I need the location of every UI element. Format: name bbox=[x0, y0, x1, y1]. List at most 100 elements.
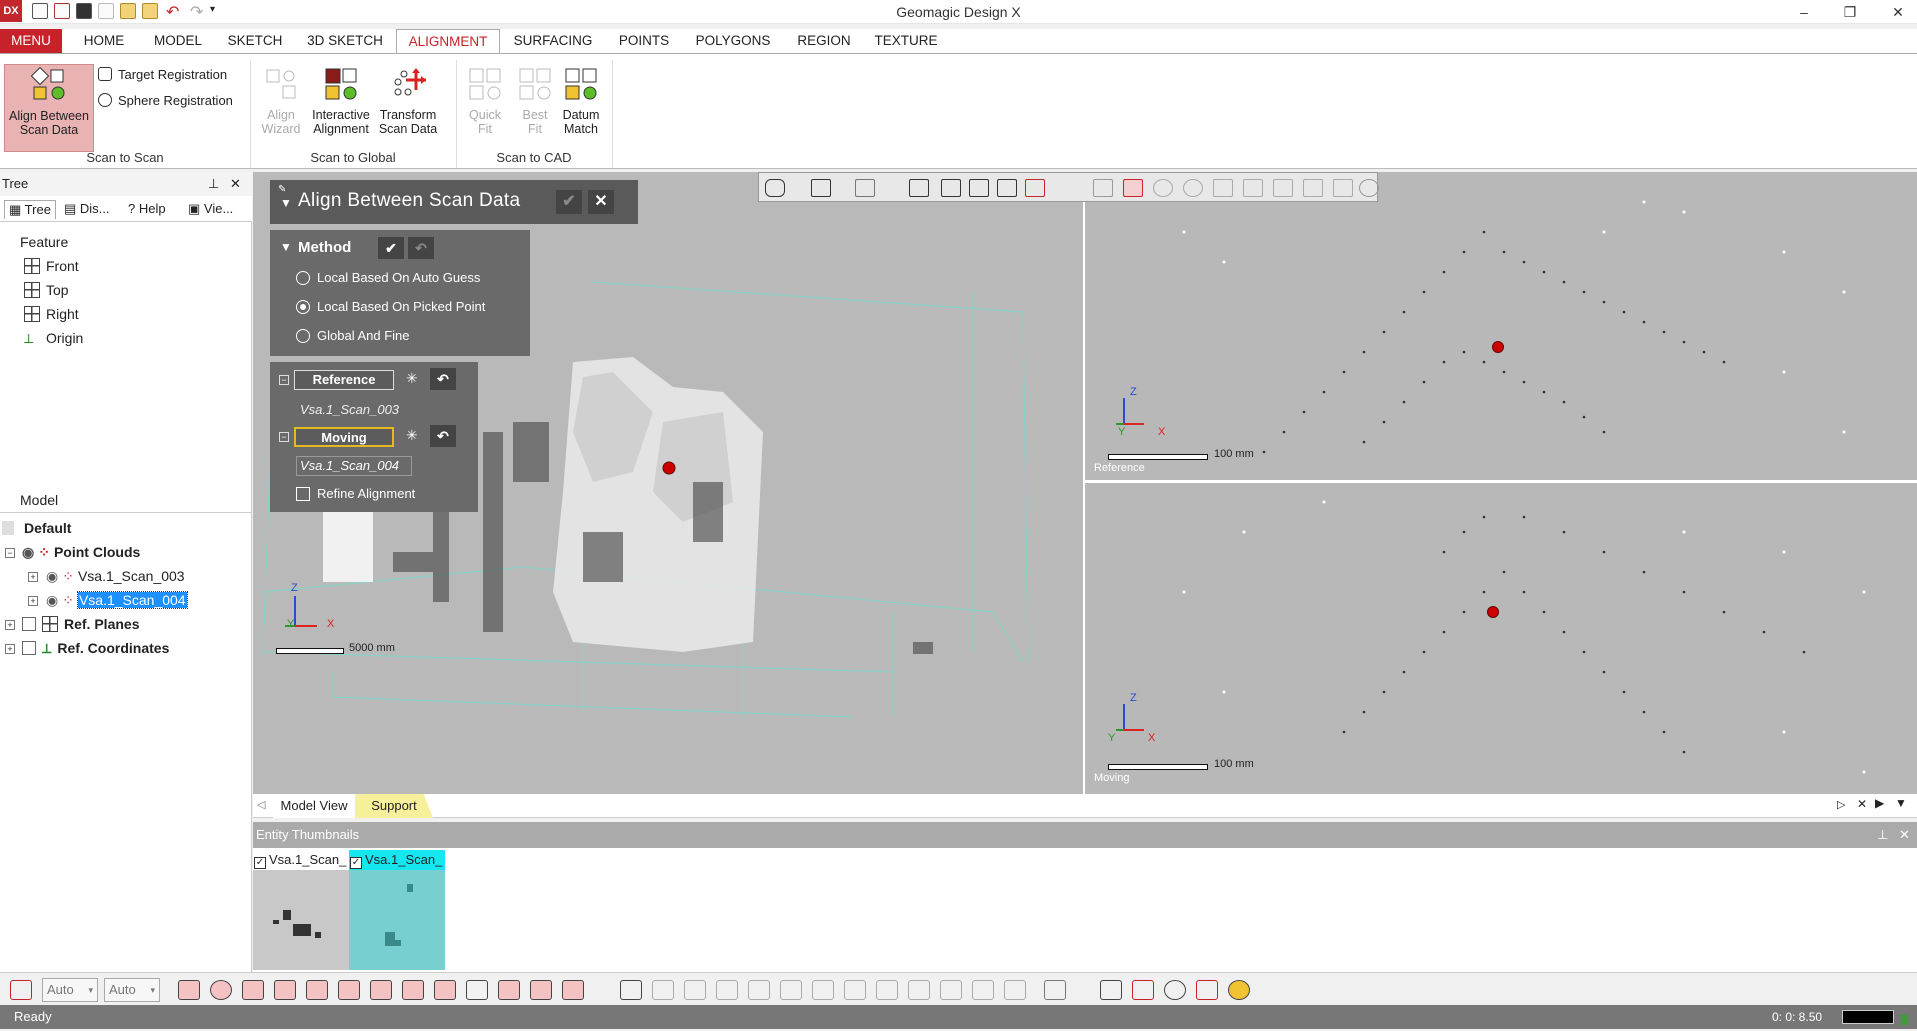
copy-icon[interactable] bbox=[1044, 980, 1066, 1000]
tool-icon[interactable] bbox=[1004, 980, 1026, 1000]
collapse-toggle[interactable]: − bbox=[5, 548, 15, 558]
moving-value-field[interactable]: Vsa.1_Scan_004 bbox=[296, 456, 412, 476]
tab-help[interactable]: ? Help bbox=[128, 200, 166, 218]
filter-surface-icon[interactable] bbox=[530, 980, 552, 1000]
checkbox[interactable]: ✓ bbox=[254, 857, 266, 869]
environment-icon[interactable] bbox=[1228, 980, 1250, 1000]
view-orient-icon[interactable] bbox=[765, 179, 785, 197]
tool-icon[interactable] bbox=[812, 980, 834, 1000]
align-wizard-button[interactable]: Align Wizard bbox=[256, 64, 306, 152]
section-icon[interactable] bbox=[1196, 980, 1218, 1000]
filter-mesh-icon[interactable] bbox=[210, 980, 232, 1000]
rectangle-select-icon[interactable] bbox=[1123, 179, 1143, 197]
close-icon[interactable]: ✕ bbox=[1899, 822, 1910, 848]
tab-points[interactable]: POINTS bbox=[612, 29, 676, 53]
radio-button[interactable] bbox=[296, 300, 310, 314]
moving-options-icon[interactable]: ✳ bbox=[406, 427, 418, 444]
tree-item-ref-planes[interactable]: Ref. Planes bbox=[22, 614, 139, 634]
collapse-icon[interactable]: ▼ bbox=[280, 240, 292, 254]
tree-item-ref-coordinates[interactable]: ⟂ Ref. Coordinates bbox=[22, 638, 169, 658]
cancel-button[interactable]: ✕ bbox=[588, 190, 614, 214]
tab-polygons[interactable]: POLYGONS bbox=[690, 29, 776, 53]
method-option-global-fine[interactable]: Global And Fine bbox=[296, 328, 410, 343]
tab-support[interactable]: Support bbox=[355, 794, 433, 818]
align-view-icon[interactable] bbox=[1025, 179, 1045, 197]
polygon-select-icon[interactable] bbox=[1183, 179, 1203, 197]
datum-match-button[interactable]: Datum Match bbox=[556, 64, 606, 152]
tab-model[interactable]: MODEL bbox=[148, 29, 208, 53]
tab-display[interactable]: ▤ Dis... bbox=[64, 200, 110, 218]
filter-feature-icon[interactable] bbox=[402, 980, 424, 1000]
tab-view[interactable]: ▣ Vie... bbox=[188, 200, 233, 218]
close-tab-icon[interactable]: ✕ bbox=[1857, 797, 1867, 811]
select-target-dropdown[interactable]: Auto ▾ bbox=[104, 978, 160, 1002]
viewport-divider[interactable] bbox=[1083, 172, 1085, 794]
tab-model-view[interactable]: Model View bbox=[273, 794, 355, 818]
line-select-icon[interactable] bbox=[1093, 179, 1113, 197]
minimize-button[interactable]: – bbox=[1790, 2, 1818, 22]
tool-icon[interactable] bbox=[972, 980, 994, 1000]
radio-button[interactable] bbox=[296, 329, 310, 343]
target-registration-button[interactable]: Target Registration bbox=[98, 64, 227, 86]
tree-item-right[interactable]: Right bbox=[24, 304, 79, 324]
tool-icon[interactable] bbox=[748, 980, 770, 1000]
moving-reset-button[interactable]: ↶ bbox=[430, 425, 456, 447]
thumbnail-scan-003[interactable]: ✓ Vsa.1_Scan_ bbox=[253, 850, 349, 970]
checkbox[interactable]: ✓ bbox=[350, 857, 362, 869]
align-between-scan-data-button[interactable]: Align Between Scan Data bbox=[4, 64, 94, 152]
tool-icon[interactable] bbox=[908, 980, 930, 1000]
filter-region-icon[interactable] bbox=[370, 980, 392, 1000]
lasso-select-icon[interactable] bbox=[1213, 179, 1233, 197]
paintbrush-select-icon[interactable] bbox=[1273, 179, 1293, 197]
radio-button[interactable] bbox=[296, 271, 310, 285]
thumbnail-scan-004[interactable]: ✓ Vsa.1_Scan_ bbox=[349, 850, 445, 970]
pane-close-icon[interactable]: ✕ bbox=[230, 172, 241, 196]
tool-icon[interactable] bbox=[940, 980, 962, 1000]
pin-icon[interactable]: ✎ bbox=[278, 184, 286, 195]
filter-cloud-icon[interactable] bbox=[242, 980, 264, 1000]
tree-item-top[interactable]: Top bbox=[24, 280, 69, 300]
back-view-icon[interactable] bbox=[969, 179, 989, 197]
restore-button[interactable]: ❐ bbox=[1836, 2, 1864, 22]
tree-item-point-clouds[interactable]: ◉ ⁘ Point Clouds bbox=[22, 542, 140, 562]
tab-alignment[interactable]: ALIGNMENT bbox=[396, 29, 500, 55]
comparison-viewports[interactable]: Z Y X 100 mm Reference Z Y X 100 mm Movi… bbox=[1084, 172, 1917, 794]
eye-icon[interactable]: ◉ bbox=[46, 592, 58, 608]
checkbox[interactable] bbox=[296, 487, 310, 501]
filter-point-icon[interactable] bbox=[178, 980, 200, 1000]
tab-home[interactable]: HOME bbox=[76, 29, 132, 53]
filter-face-icon[interactable] bbox=[306, 980, 328, 1000]
pin-icon[interactable]: ⊥ bbox=[1877, 822, 1888, 848]
split-view-icon[interactable] bbox=[997, 179, 1017, 197]
freeform-select-icon[interactable] bbox=[1243, 179, 1263, 197]
expand-toggle[interactable]: + bbox=[5, 644, 15, 654]
visible-only-icon[interactable] bbox=[1359, 179, 1379, 197]
collapse-icon[interactable]: ▼ bbox=[280, 196, 292, 210]
moving-slot[interactable]: Moving bbox=[294, 427, 394, 447]
tree-item-default[interactable]: Default bbox=[2, 518, 71, 538]
circle-select-icon[interactable] bbox=[1153, 179, 1173, 197]
tab-menu[interactable]: MENU bbox=[0, 29, 62, 53]
section-view-icon[interactable] bbox=[909, 179, 929, 197]
checkbox[interactable] bbox=[22, 641, 36, 655]
front-view-icon[interactable] bbox=[941, 179, 961, 197]
deviation-icon[interactable] bbox=[1132, 980, 1154, 1000]
smart-select-icon[interactable] bbox=[1333, 179, 1353, 197]
tab-sketch[interactable]: SKETCH bbox=[224, 29, 286, 53]
tool-icon[interactable] bbox=[684, 980, 706, 1000]
interactive-alignment-button[interactable]: Interactive Alignment bbox=[306, 64, 376, 152]
filter-curve-icon[interactable] bbox=[498, 980, 520, 1000]
tool-icon[interactable] bbox=[844, 980, 866, 1000]
filter-sketch-icon[interactable] bbox=[466, 980, 488, 1000]
best-fit-button[interactable]: Best Fit bbox=[510, 64, 560, 152]
tab-tree[interactable]: ▦ Tree bbox=[4, 200, 56, 219]
tree-item-origin[interactable]: ⟂ Origin bbox=[24, 328, 83, 348]
tab-surfacing[interactable]: SURFACING bbox=[510, 29, 596, 53]
checkbox[interactable] bbox=[22, 617, 36, 631]
filter-all-icon[interactable] bbox=[562, 980, 584, 1000]
collapse-toggle[interactable]: − bbox=[279, 375, 289, 385]
scroll-left-icon[interactable]: ◁ bbox=[257, 798, 265, 811]
method-ok-button[interactable]: ✔ bbox=[378, 237, 404, 259]
reference-options-icon[interactable]: ✳ bbox=[406, 370, 418, 387]
ok-button[interactable]: ✔ bbox=[556, 190, 582, 214]
